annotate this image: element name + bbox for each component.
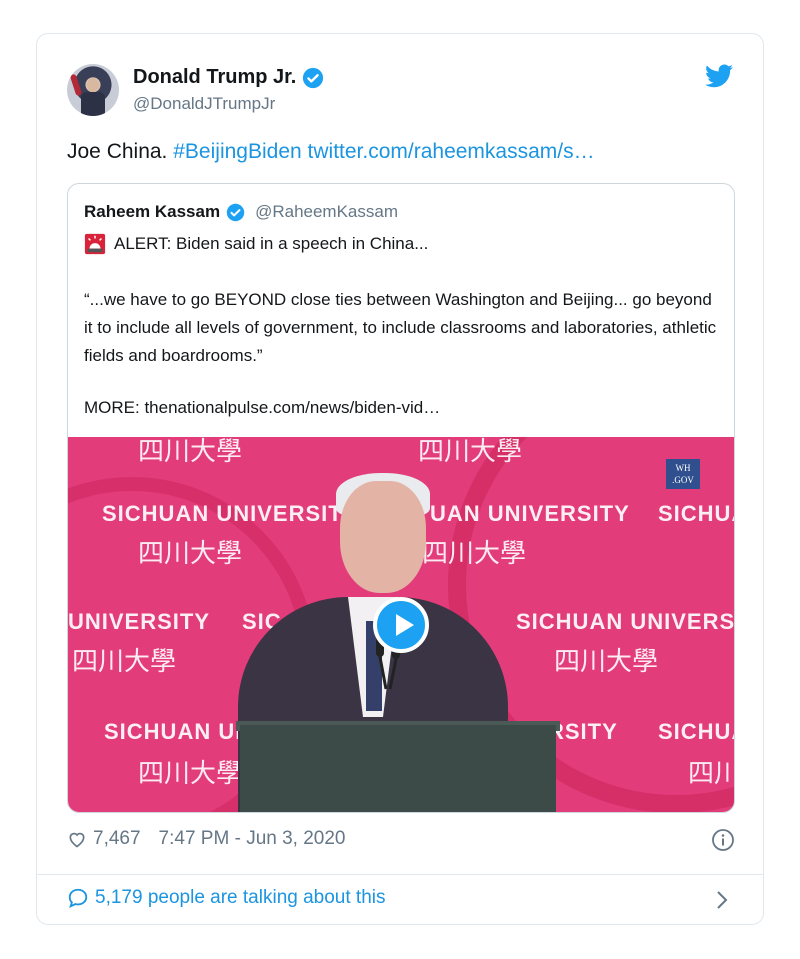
quote-alert-text: ALERT: Biden said in a speech in China..…: [114, 234, 429, 253]
backdrop-text: SICHUA: [658, 719, 734, 744]
siren-icon: [84, 233, 106, 255]
verified-icon: [303, 67, 324, 88]
author-avatar[interactable]: [67, 64, 119, 116]
backdrop-text: SICHUAN UN: [104, 719, 253, 744]
divider: [37, 874, 763, 875]
podium: [240, 725, 556, 812]
quote-alert-line: ALERT: Biden said in a speech in China..…: [84, 233, 428, 255]
author-name-row: Donald Trump Jr.: [133, 66, 324, 89]
video-player[interactable]: 四川大學 四川大學 SICHUAN UNIVERSITY UAN UNIVERS…: [68, 437, 734, 812]
quote-author-handle[interactable]: @RaheemKassam: [255, 202, 398, 222]
quote-author-row: Raheem Kassam @RaheemKassam: [84, 202, 398, 222]
verified-icon: [226, 203, 245, 221]
quoted-tweet-link[interactable]: twitter.com/raheemkassam/s…: [308, 140, 595, 163]
chevron-right-icon[interactable]: [715, 890, 729, 910]
info-icon[interactable]: [711, 828, 735, 852]
author-display-name[interactable]: Donald Trump Jr.: [133, 66, 296, 89]
quote-author-name[interactable]: Raheem Kassam: [84, 202, 220, 222]
wh-gov-watermark: WH .GOV: [666, 459, 700, 489]
conversation-text[interactable]: 5,179 people are talking about this: [95, 887, 386, 909]
conversation-link[interactable]: 5,179 people are talking about this: [67, 887, 386, 909]
author-handle[interactable]: @DonaldJTrumpJr: [133, 94, 275, 114]
tweet-meta-row: 7,467 7:47 PM - Jun 3, 2020: [67, 828, 346, 850]
backdrop-chinese: 四川大學: [72, 646, 177, 676]
like-count[interactable]: 7,467: [93, 828, 141, 850]
backdrop-chinese: 四川大學: [554, 646, 659, 676]
heart-icon[interactable]: [67, 829, 87, 849]
backdrop-text: UNIVERSITY: [68, 609, 211, 634]
watermark-line: WH: [675, 463, 691, 473]
backdrop-text: UAN UNIVERSITY: [430, 501, 630, 526]
backdrop-chinese: 四川大學: [422, 538, 527, 568]
tweet-embed-card: Donald Trump Jr. @DonaldJTrumpJr Joe Chi…: [36, 33, 764, 925]
tweet-text: Joe China. #BeijingBiden twitter.com/rah…: [67, 140, 595, 164]
backdrop-chinese: 四川大學: [688, 758, 734, 788]
speech-bubble-icon: [68, 888, 88, 908]
backdrop-chinese: 四川大學: [138, 758, 243, 788]
backdrop-text: SICHUA: [658, 501, 734, 526]
backdrop-chinese: 四川大學: [138, 437, 243, 466]
backdrop-text: SICHUAN UNIVERSITY: [102, 501, 359, 526]
tweet-text-main: Joe China.: [67, 140, 168, 163]
quote-body-text: “...we have to go BEYOND close ties betw…: [84, 290, 717, 365]
twitter-bird-icon[interactable]: [705, 64, 733, 88]
quote-more-link[interactable]: MORE: thenationalpulse.com/news/biden-vi…: [84, 398, 440, 418]
hashtag-link[interactable]: #BeijingBiden: [173, 140, 301, 163]
tweet-timestamp[interactable]: 7:47 PM - Jun 3, 2020: [159, 828, 346, 850]
speaker-head: [340, 481, 426, 593]
backdrop-text: SICHUAN UNIVERSIT: [516, 609, 734, 634]
watermark-line: .GOV: [672, 475, 694, 485]
backdrop-chinese: 四川大學: [138, 538, 243, 568]
quoted-tweet[interactable]: Raheem Kassam @RaheemKassam ALERT: Biden…: [67, 183, 735, 813]
play-icon[interactable]: [373, 597, 429, 653]
backdrop-chinese: 四川大學: [418, 437, 523, 466]
